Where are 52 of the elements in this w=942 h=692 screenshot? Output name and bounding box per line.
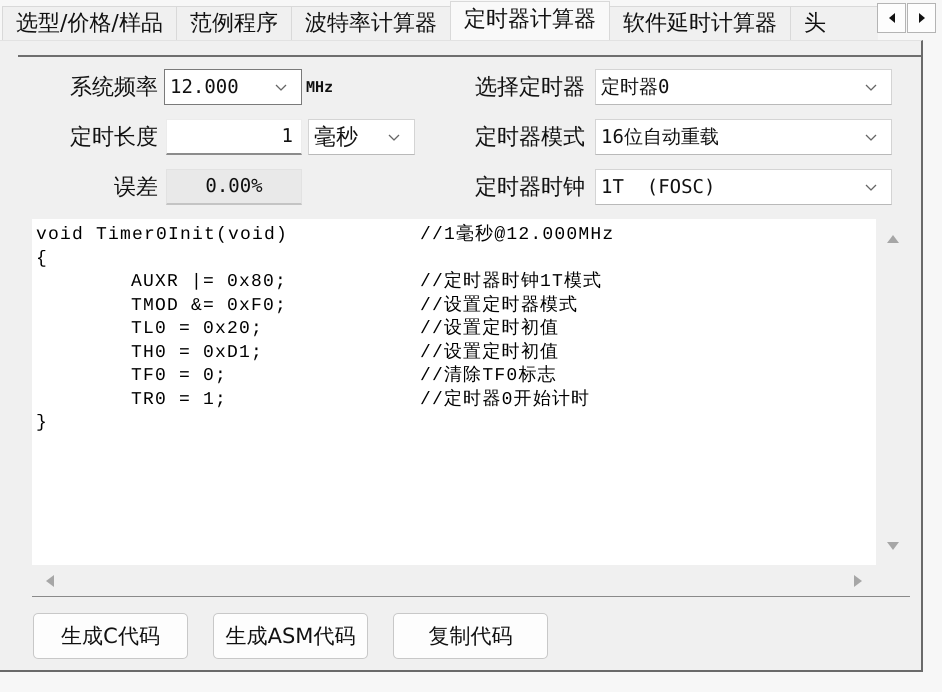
left-arrow-icon [888, 13, 894, 23]
tab[interactable]: 选型/价格/样品 [2, 6, 177, 40]
dropdown[interactable]: 毫秒 [308, 119, 415, 155]
code-comment: //设置定时初值 [420, 342, 560, 364]
code-line: TR0 = 1; [131, 388, 228, 412]
field-label: 定时器时钟 [475, 174, 585, 202]
dropdown[interactable]: 12.000 [164, 69, 302, 105]
code-line: TMOD &= 0xF0; [131, 294, 288, 318]
chevron-down-icon [388, 134, 400, 140]
tab[interactable]: 波特率计算器 [290, 6, 451, 40]
code-comment: //1毫秒@12.000MHz [420, 224, 614, 247]
code-comment: //清除TF0标志 [420, 365, 557, 388]
code-line: TL0 = 0x20; [131, 318, 264, 341]
field-label: 系统频率 [70, 74, 158, 102]
code-line: TH0 = 0xD1; [131, 342, 264, 364]
code-comment: //设置定时器模式 [420, 294, 578, 318]
code-line: AUXR |= 0x80; [131, 271, 288, 294]
field-label: 定时器模式 [475, 124, 585, 152]
left-arrow-icon[interactable] [46, 574, 54, 586]
right-arrow-icon [918, 13, 924, 23]
field-label: 定时长度 [70, 124, 158, 152]
dropdown[interactable]: 定时器0 [595, 69, 892, 105]
chevron-down-icon [865, 184, 877, 190]
scroll-right-button[interactable] [907, 3, 936, 33]
chevron-down-icon [275, 84, 287, 90]
code-line: TF0 = 0; [131, 365, 228, 388]
input-field[interactable]: 1 [166, 119, 302, 155]
field-label: 选择定时器 [475, 74, 585, 102]
code-comment: //设置定时初值 [420, 318, 560, 341]
action-button[interactable]: 生成ASM代码 [213, 613, 368, 659]
tab[interactable]: 范例程序 [176, 6, 292, 40]
code-line: } [36, 412, 48, 435]
chevron-down-icon [865, 134, 877, 140]
action-button[interactable]: 生成C代码 [33, 613, 188, 659]
chevron-down-icon [865, 84, 877, 90]
tab[interactable]: 软件延时计算器 [608, 6, 791, 40]
down-arrow-icon[interactable] [887, 542, 899, 550]
code-comment: //定时器0开始计时 [420, 388, 590, 412]
unit-label: MHz [306, 78, 334, 96]
code-line: void Timer0Init(void) [36, 224, 288, 247]
readonly-field: 0.00% [166, 169, 302, 205]
code-comment: //定时器时钟1T模式 [420, 271, 602, 294]
tab[interactable]: 头 [790, 6, 878, 40]
right-arrow-icon[interactable] [854, 574, 862, 586]
action-button[interactable]: 复制代码 [393, 613, 548, 659]
code-area[interactable]: void Timer0Init(void) //1毫秒@12.000MHz { AUXR |= 0x80; //定时器时钟1T模式 TMOD &= 0xF0; //设置定时器模式 TL0 = 0x20; //设置定时初值 TH0 = 0xD1; //设置定时初值 TF0 = 0; //清除TF0标志 TR0 = 1; //定时器0开始计时 } [32, 219, 876, 565]
field-label: 误差 [114, 174, 158, 202]
dropdown[interactable]: 1T (FOSC) [595, 169, 892, 205]
dropdown[interactable]: 16位自动重载 [595, 119, 892, 155]
code-line: { [36, 248, 48, 270]
scroll-left-button[interactable] [877, 3, 906, 33]
up-arrow-icon[interactable] [887, 235, 899, 243]
